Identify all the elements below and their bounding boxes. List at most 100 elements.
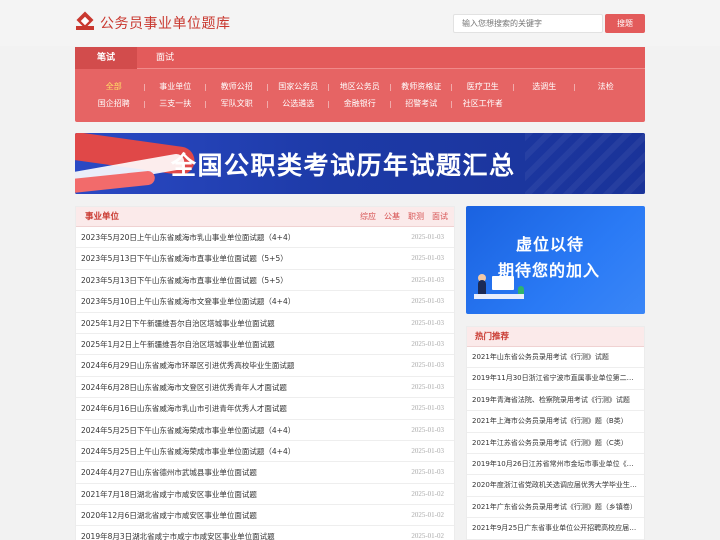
list-item[interactable]: 2023年5月13日下午山东省威海市直事业单位面试题（5+5） 2025-01-0… [76, 270, 454, 292]
list-item-title[interactable]: 2020年12月6日湖北省咸宁市咸安区事业单位面试题 [81, 505, 257, 526]
logo-icon [76, 11, 94, 32]
list-item[interactable]: 2025年1月2日上午新疆维吾尔自治区塔城事业单位面试题 2025-01-03 [76, 334, 454, 356]
hot-item[interactable]: 2021年上海市公务员录用考试《行测》题（B类） [467, 411, 644, 433]
hero-banner[interactable]: 全国公职类考试历年试题汇总 [75, 133, 645, 194]
list-item-title[interactable]: 2019年8月3日湖北省咸宁市咸宁市咸安区事业单位面试题 [81, 526, 275, 540]
list-item-date: 2025-01-03 [411, 233, 444, 241]
page: 公务员事业单位题库 搜题 笔试 面试 全部 事业单位 教师公招 国家公务员 地区… [0, 0, 720, 540]
hot-item[interactable]: 2021年广东省公务员录用考试《行测》题（乡镇卷） [467, 497, 644, 519]
category-community-worker[interactable]: 社区工作者 [452, 96, 514, 112]
list-item-date: 2025-01-03 [411, 318, 444, 327]
category-medical[interactable]: 医疗卫生 [452, 79, 514, 95]
hot-item-title[interactable]: 2019年10月26日江苏省常州市金坛市事业单位《综合知识》 [472, 454, 639, 474]
list-item-title[interactable]: 2024年5月25日下午山东省威海荣成市事业单位面试题（4+4） [81, 420, 295, 441]
category-all[interactable]: 全部 [83, 79, 145, 95]
category-military-civilian[interactable]: 军队文职 [206, 96, 268, 112]
desk-icon [474, 294, 524, 299]
tab-written[interactable]: 笔试 [75, 47, 137, 69]
presentation-board-icon [492, 276, 514, 290]
ad-line-1: 虚位以待 [516, 235, 585, 254]
category-teacher-certificate[interactable]: 教师资格证 [391, 79, 453, 95]
hot-item-title[interactable]: 2020年度浙江省党政机关选调应届优秀大学毕业生考试 [472, 475, 639, 495]
category-soe-recruit[interactable]: 国企招聘 [83, 96, 145, 112]
hot-item-title[interactable]: 2021年上海市公务员录用考试《行测》题（B类） [472, 411, 639, 431]
list-item-title[interactable]: 2025年1月2日下午新疆维吾尔自治区塔城事业单位面试题 [81, 313, 275, 334]
hot-item[interactable]: 2021年山东省公务员录用考试《行测》试题 [467, 347, 644, 369]
list-item-date: 2025-01-03 [411, 361, 444, 370]
category-court-procuratorate[interactable]: 法检 [575, 79, 637, 95]
list-item[interactable]: 2023年5月10日上午山东省威海市文登事业单位面试题（4+4） 2025-01-… [76, 291, 454, 313]
hot-item-title[interactable]: 2021年9月25日广东省事业单位公开招聘高校应届毕业生考试 [472, 518, 639, 538]
search-input[interactable] [453, 14, 603, 33]
list-item[interactable]: 2024年5月25日下午山东省威海荣成市事业单位面试题（4+4） 2025-01-… [76, 420, 454, 441]
list-item-date: 2025-01-02 [411, 532, 444, 540]
list-item-date: 2025-01-03 [411, 425, 444, 434]
hot-item-title[interactable]: 2019年11月30日浙江省宁波市直属事业单位第二次招聘考试 [472, 368, 639, 388]
list-item-title[interactable]: 2023年5月13日下午山东省威海市直事业单位面试题（5+5） [81, 248, 288, 269]
list-item[interactable]: 2019年8月3日湖北省咸宁市咸宁市咸安区事业单位面试题 2025-01-02 [76, 526, 454, 540]
list-item-date: 2025-01-03 [411, 382, 444, 391]
search-button[interactable]: 搜题 [605, 14, 645, 33]
list-item-title[interactable]: 2024年5月25日上午山东省威海荣成市事业单位面试题（4+4） [81, 441, 295, 462]
recruitment-ad[interactable]: 虚位以待 期待您的加入 [466, 206, 645, 314]
site-logo[interactable]: 公务员事业单位题库 [76, 11, 231, 33]
banner-title: 全国公职类考试历年试题汇总 [171, 151, 516, 180]
hot-item-title[interactable]: 2021年广东省公务员录用考试《行测》题（乡镇卷） [472, 497, 639, 517]
hot-list: 2021年山东省公务员录用考试《行测》试题 2019年11月30日浙江省宁波市直… [467, 347, 644, 540]
list-header: 事业单位 综应 公基 职测 面试 [76, 207, 454, 227]
list-item[interactable]: 2024年6月16日山东省威海市乳山市引进青年优秀人才面试题 2025-01-03 [76, 398, 454, 420]
list-item-date: 2025-01-03 [411, 446, 444, 455]
hot-item[interactable]: 2019年青海省法院、检察院录用考试《行测》试题 [467, 390, 644, 412]
list-item-title[interactable]: 2024年4月27日山东省德州市武城县事业单位面试题 [81, 462, 257, 483]
link-public-basics[interactable]: 公基 [384, 207, 400, 227]
exam-list-panel: 事业单位 综应 公基 职测 面试 2023年5月20日上午山东省威海市乳山事业单… [75, 206, 455, 540]
category-police-exam[interactable]: 招警考试 [391, 96, 453, 112]
list-item-title[interactable]: 2023年5月10日上午山东省威海市文登事业单位面试题（4+4） [81, 291, 295, 312]
hot-item-title[interactable]: 2021年山东省公务员录用考试《行测》试题 [472, 347, 639, 367]
site-header: 公务员事业单位题库 搜题 [0, 0, 720, 46]
list-subcategory-links: 综应 公基 职测 面试 [352, 207, 448, 227]
list-item[interactable]: 2024年6月28日山东省威海市文登区引进优秀青年人才面试题 2025-01-03 [76, 377, 454, 399]
category-regional-civil-servant[interactable]: 地区公务员 [329, 79, 391, 95]
list-item-title[interactable]: 2024年6月28日山东省威海市文登区引进优秀青年人才面试题 [81, 377, 287, 398]
category-national-civil-servant[interactable]: 国家公务员 [268, 79, 330, 95]
list-item[interactable]: 2025年1月2日下午新疆维吾尔自治区塔城事业单位面试题 2025-01-03 [76, 313, 454, 334]
category-row-2: 国企招聘 三支一扶 军队文职 公选遴选 金融银行 招警考试 社区工作者 [83, 96, 514, 112]
hot-item-title[interactable]: 2021年江苏省公务员录用考试《行测》题（C类） [472, 433, 639, 453]
list-item[interactable]: 2023年5月13日下午山东省威海市直事业单位面试题（5+5） 2025-01-0… [76, 248, 454, 270]
category-row-1: 全部 事业单位 教师公招 国家公务员 地区公务员 教师资格证 医疗卫生 选调生 … [83, 79, 637, 95]
category-finance-bank[interactable]: 金融银行 [329, 96, 391, 112]
link-comprehensive-application[interactable]: 综应 [360, 207, 376, 227]
list-item[interactable]: 2024年6月29日山东省威海市环翠区引进优秀高校毕业生面试题 2025-01-0… [76, 355, 454, 377]
category-public-institution[interactable]: 事业单位 [145, 79, 207, 95]
list-item-date: 2025-01-03 [411, 275, 444, 284]
list-item-title[interactable]: 2024年6月16日山东省威海市乳山市引进青年优秀人才面试题 [81, 398, 287, 419]
list-item-title[interactable]: 2024年6月29日山东省威海市环翠区引进优秀高校毕业生面试题 [81, 355, 294, 376]
link-interview[interactable]: 面试 [432, 207, 448, 227]
list-item[interactable]: 2024年5月25日上午山东省威海荣成市事业单位面试题（4+4） 2025-01-… [76, 441, 454, 463]
category-selected-graduates[interactable]: 选调生 [514, 79, 576, 95]
list-item[interactable]: 2021年7月18日湖北省咸宁市咸安区事业单位面试题 2025-01-02 [76, 484, 454, 506]
hot-header: 热门推荐 [467, 327, 644, 347]
category-selection[interactable]: 公选遴选 [268, 96, 330, 112]
category-teacher-recruit[interactable]: 教师公招 [206, 79, 268, 95]
hot-item[interactable]: 2021年9月25日广东省事业单位公开招聘高校应届毕业生考试 [467, 518, 644, 540]
hot-item[interactable]: 2021年江苏省公务员录用考试《行测》题（C类） [467, 433, 644, 454]
list-item-title[interactable]: 2023年5月20日上午山东省威海市乳山事业单位面试题（4+4） [81, 227, 295, 248]
link-aptitude-test[interactable]: 职测 [408, 207, 424, 227]
list-item-title[interactable]: 2021年7月18日湖北省咸宁市咸安区事业单位面试题 [81, 484, 257, 505]
category-three-supports[interactable]: 三支一扶 [145, 96, 207, 112]
list-item[interactable]: 2024年4月27日山东省德州市武城县事业单位面试题 2025-01-03 [76, 462, 454, 484]
hot-item[interactable]: 2019年10月26日江苏省常州市金坛市事业单位《综合知识》 [467, 454, 644, 476]
list-item-title[interactable]: 2023年5月13日下午山东省威海市直事业单位面试题（5+5） [81, 270, 288, 291]
hot-item[interactable]: 2020年度浙江省党政机关选调应届优秀大学毕业生考试 [467, 475, 644, 497]
hot-item-title[interactable]: 2019年青海省法院、检察院录用考试《行测》试题 [472, 390, 639, 410]
hot-item[interactable]: 2019年11月30日浙江省宁波市直属事业单位第二次招聘考试 [467, 368, 644, 390]
list-item[interactable]: 2023年5月20日上午山东省威海市乳山事业单位面试题（4+4） 2025-01-… [76, 227, 454, 249]
list-item-date: 2025-01-03 [411, 468, 444, 477]
list-item[interactable]: 2020年12月6日湖北省咸宁市咸安区事业单位面试题 2025-01-02 [76, 505, 454, 527]
list-item-title[interactable]: 2025年1月2日上午新疆维吾尔自治区塔城事业单位面试题 [81, 334, 275, 355]
list-item-date: 2025-01-02 [411, 489, 444, 498]
list-title[interactable]: 事业单位 [85, 207, 119, 227]
tab-interview[interactable]: 面试 [137, 47, 193, 69]
